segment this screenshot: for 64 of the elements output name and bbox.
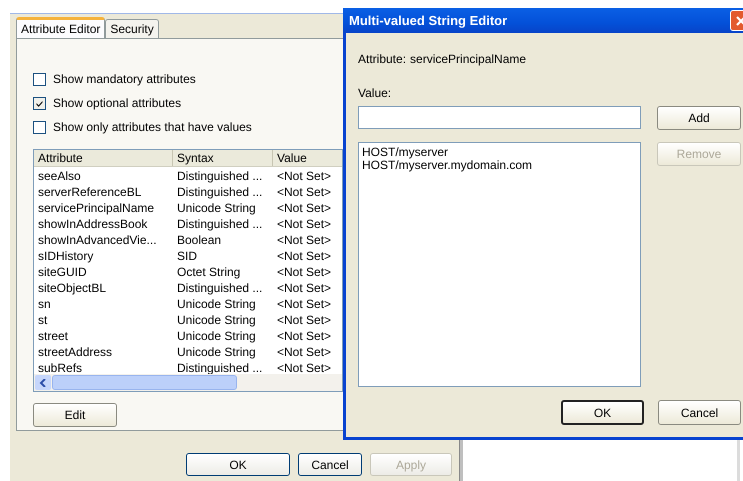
table-cell-text: Unicode String (176, 296, 257, 312)
table-cell-text: Octet String (176, 264, 242, 280)
table-cell-text: siteObjectBL (37, 280, 108, 296)
value-field[interactable] (358, 106, 641, 129)
table-cell-text: <Not Set> (276, 216, 332, 232)
table-cell-text: SID (176, 248, 198, 264)
table-cell-text: Boolean (176, 232, 222, 248)
side-button[interactable]: Add (657, 106, 741, 130)
table-cell-text: <Not Set> (276, 232, 332, 248)
list-item[interactable]: HOST/myserver.mydomain.com (362, 159, 637, 172)
tab[interactable]: Attribute Editor (16, 17, 106, 38)
table-cell-text: <Not Set> (276, 280, 332, 296)
checkbox-label[interactable]: Show only attributes that have values (53, 120, 252, 134)
table-cell-text: <Not Set> (276, 296, 332, 312)
horizontal-scrollbar[interactable] (34, 374, 342, 391)
checkbox-label[interactable]: Show mandatory attributes (53, 72, 196, 86)
table-cell-text: <Not Set> (276, 344, 332, 360)
table-cell-text: Distinguished ... (176, 184, 264, 200)
tab[interactable]: Security (105, 19, 159, 38)
column-header[interactable]: Attribute (34, 150, 173, 166)
table-cell-text: street (37, 328, 70, 344)
checkbox[interactable] (33, 72, 46, 86)
checkbox-label[interactable]: Show optional attributes (53, 96, 182, 110)
table-cell-text: Unicode String (176, 344, 257, 360)
table-cell-text: subRefs (37, 360, 84, 374)
table-cell-text: Unicode String (176, 200, 257, 216)
attribute-name: servicePrincipalName (410, 52, 526, 66)
table-cell-text: Unicode String (176, 312, 257, 328)
table-cell-text: serverReferenceBL (37, 184, 142, 200)
table-cell-text: Distinguished ... (176, 280, 264, 296)
dialog-button[interactable]: OK (561, 400, 644, 425)
table-cell-text: streetAddress (37, 344, 114, 360)
table-cell-text: showInAdvancedVie... (37, 232, 158, 248)
checkbox[interactable] (33, 96, 46, 110)
table-cell-text: <Not Set> (276, 264, 332, 280)
table-cell-text: sIDHistory (37, 248, 94, 264)
table-cell-text: <Not Set> (276, 312, 332, 328)
table-cell-text: <Not Set> (276, 248, 332, 264)
table-cell-text: <Not Set> (276, 184, 332, 200)
table-cell-text: Distinguished ... (176, 216, 264, 232)
table-cell-text: siteGUID (37, 264, 88, 280)
checkbox[interactable] (33, 120, 46, 134)
scroll-thumb[interactable] (52, 375, 237, 390)
dialog-button[interactable]: Cancel (658, 400, 741, 425)
table-cell-text: servicePrincipalName (37, 200, 156, 216)
column-header[interactable]: Syntax (173, 150, 273, 166)
table-cell-text: <Not Set> (276, 328, 332, 344)
table-cell-text: sn (37, 296, 52, 312)
window-title: Multi-valued String Editor (349, 13, 508, 28)
list-item[interactable]: HOST/myserver (362, 146, 637, 159)
table-cell-text: Unicode String (176, 328, 257, 344)
table-cell-text: showInAddressBook (37, 216, 148, 232)
value-label: Value: (358, 86, 392, 100)
table-cell-text: <Not Set> (276, 360, 332, 374)
scroll-left-icon[interactable] (35, 375, 51, 390)
table-cell-text: <Not Set> (276, 168, 332, 184)
table-cell-text: Distinguished ... (176, 168, 264, 184)
edit-button[interactable]: Edit (33, 403, 117, 427)
dialog-button[interactable]: OK (186, 453, 290, 476)
table-cell-text: <Not Set> (276, 200, 332, 216)
dialog-button[interactable]: Cancel (298, 453, 362, 476)
table-cell-text: st (37, 312, 48, 328)
table-cell-text: seeAlso (37, 168, 82, 184)
attribute-label: Attribute: (358, 52, 406, 66)
